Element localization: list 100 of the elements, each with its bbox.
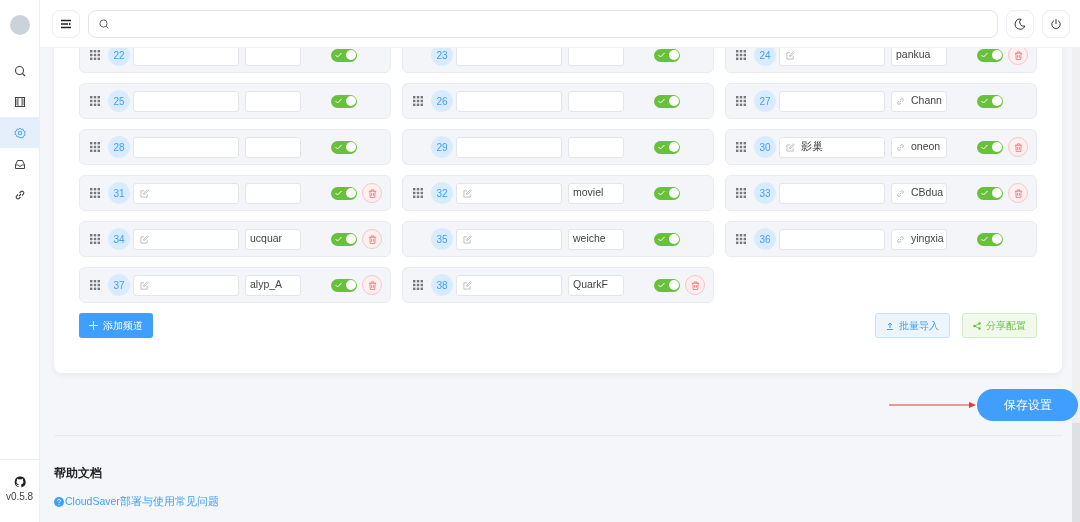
menu-button[interactable] [52,9,80,38]
toggle-switch[interactable] [977,232,1003,246]
name-field[interactable] [779,90,885,112]
plus-icon [89,321,98,330]
search-field[interactable] [88,9,998,38]
drag-handle-icon[interactable] [90,142,100,152]
trash-icon [1013,50,1023,60]
name-field[interactable] [779,182,885,204]
delete-button[interactable] [362,183,382,203]
toggle-switch[interactable] [977,186,1003,200]
toggle-switch[interactable] [331,140,357,154]
name-field[interactable]: 影巢 [779,136,885,158]
toggle-switch[interactable] [654,48,680,62]
check-icon [658,282,665,288]
link-field[interactable]: yingxia [891,228,947,250]
drag-handle-icon[interactable] [736,188,746,198]
check-icon [335,236,342,242]
power-button[interactable] [1042,9,1070,38]
power-icon [1050,17,1062,30]
drag-handle-icon[interactable] [413,96,423,106]
toggle-switch[interactable] [654,232,680,246]
github-icon[interactable] [13,476,26,488]
drag-handle-icon[interactable] [90,96,100,106]
channel-number: 26 [431,90,453,112]
toggle-switch[interactable] [977,140,1003,154]
link-field[interactable]: weiche [568,228,624,250]
channel-number: 37 [108,274,130,296]
toggle-switch[interactable] [331,48,357,62]
link-field[interactable]: ucquar [245,228,301,250]
toggle-switch[interactable] [331,278,357,292]
name-field[interactable] [133,136,239,158]
dark-mode-button[interactable] [1006,9,1034,38]
drag-handle-icon[interactable] [90,234,100,244]
name-field[interactable] [456,274,562,296]
trash-icon [367,188,377,198]
delete-button[interactable] [1008,137,1028,157]
link-field[interactable] [245,136,301,158]
drag-handle-icon[interactable] [413,280,423,290]
link-field[interactable] [245,182,301,204]
channel-number: 29 [431,136,453,158]
trash-icon [367,280,377,290]
drag-handle-icon[interactable] [736,142,746,152]
drag-handle-icon[interactable] [736,96,746,106]
drag-handle-icon[interactable] [736,234,746,244]
name-field[interactable] [456,182,562,204]
name-field[interactable] [133,182,239,204]
gear-icon [13,126,26,139]
link-icon [13,188,26,201]
link-field[interactable]: QuarkF [568,274,624,296]
name-field[interactable] [133,228,239,250]
toggle-switch[interactable] [654,140,680,154]
name-field[interactable] [456,228,562,250]
link-field[interactable]: oneon [891,136,947,158]
drag-handle-icon[interactable] [90,280,100,290]
delete-button[interactable] [1008,183,1028,203]
toggle-switch[interactable] [654,94,680,108]
name-field[interactable] [133,274,239,296]
drag-handle-icon[interactable] [90,50,100,60]
name-field[interactable] [779,228,885,250]
channel-number: 38 [431,274,453,296]
name-field[interactable] [133,90,239,112]
delete-button[interactable] [685,275,705,295]
toggle-switch[interactable] [654,186,680,200]
check-icon [981,190,988,196]
link-field[interactable] [245,90,301,112]
link-field[interactable]: alyp_A [245,274,301,296]
check-icon [658,52,665,58]
link-field[interactable] [568,136,624,158]
channel-number: 25 [108,90,130,112]
link-field[interactable]: Chann [891,90,947,112]
toggle-switch[interactable] [977,94,1003,108]
toggle-switch[interactable] [331,94,357,108]
check-icon [981,144,988,150]
search-icon [13,64,26,77]
name-field[interactable] [456,90,562,112]
check-icon [335,190,342,196]
check-icon [658,236,665,242]
drag-handle-icon[interactable] [736,50,746,60]
channel-number: 34 [108,228,130,250]
delete-button[interactable] [362,275,382,295]
check-icon [335,282,342,288]
channel-number: 33 [754,182,776,204]
name-field[interactable] [456,136,562,158]
link-field[interactable]: moviel [568,182,624,204]
toggle-switch[interactable] [331,186,357,200]
help-icon [54,496,64,507]
channel-number: 31 [108,182,130,204]
drag-handle-icon[interactable] [413,188,423,198]
link-field[interactable] [568,90,624,112]
channel-number: 35 [431,228,453,250]
check-icon [658,190,665,196]
check-icon [981,98,988,104]
toggle-switch[interactable] [977,48,1003,62]
delete-button[interactable] [362,229,382,249]
toggle-switch[interactable] [331,232,357,246]
check-icon [981,236,988,242]
check-icon [335,98,342,104]
toggle-switch[interactable] [654,278,680,292]
drag-handle-icon[interactable] [90,188,100,198]
link-field[interactable]: CBdua [891,182,947,204]
